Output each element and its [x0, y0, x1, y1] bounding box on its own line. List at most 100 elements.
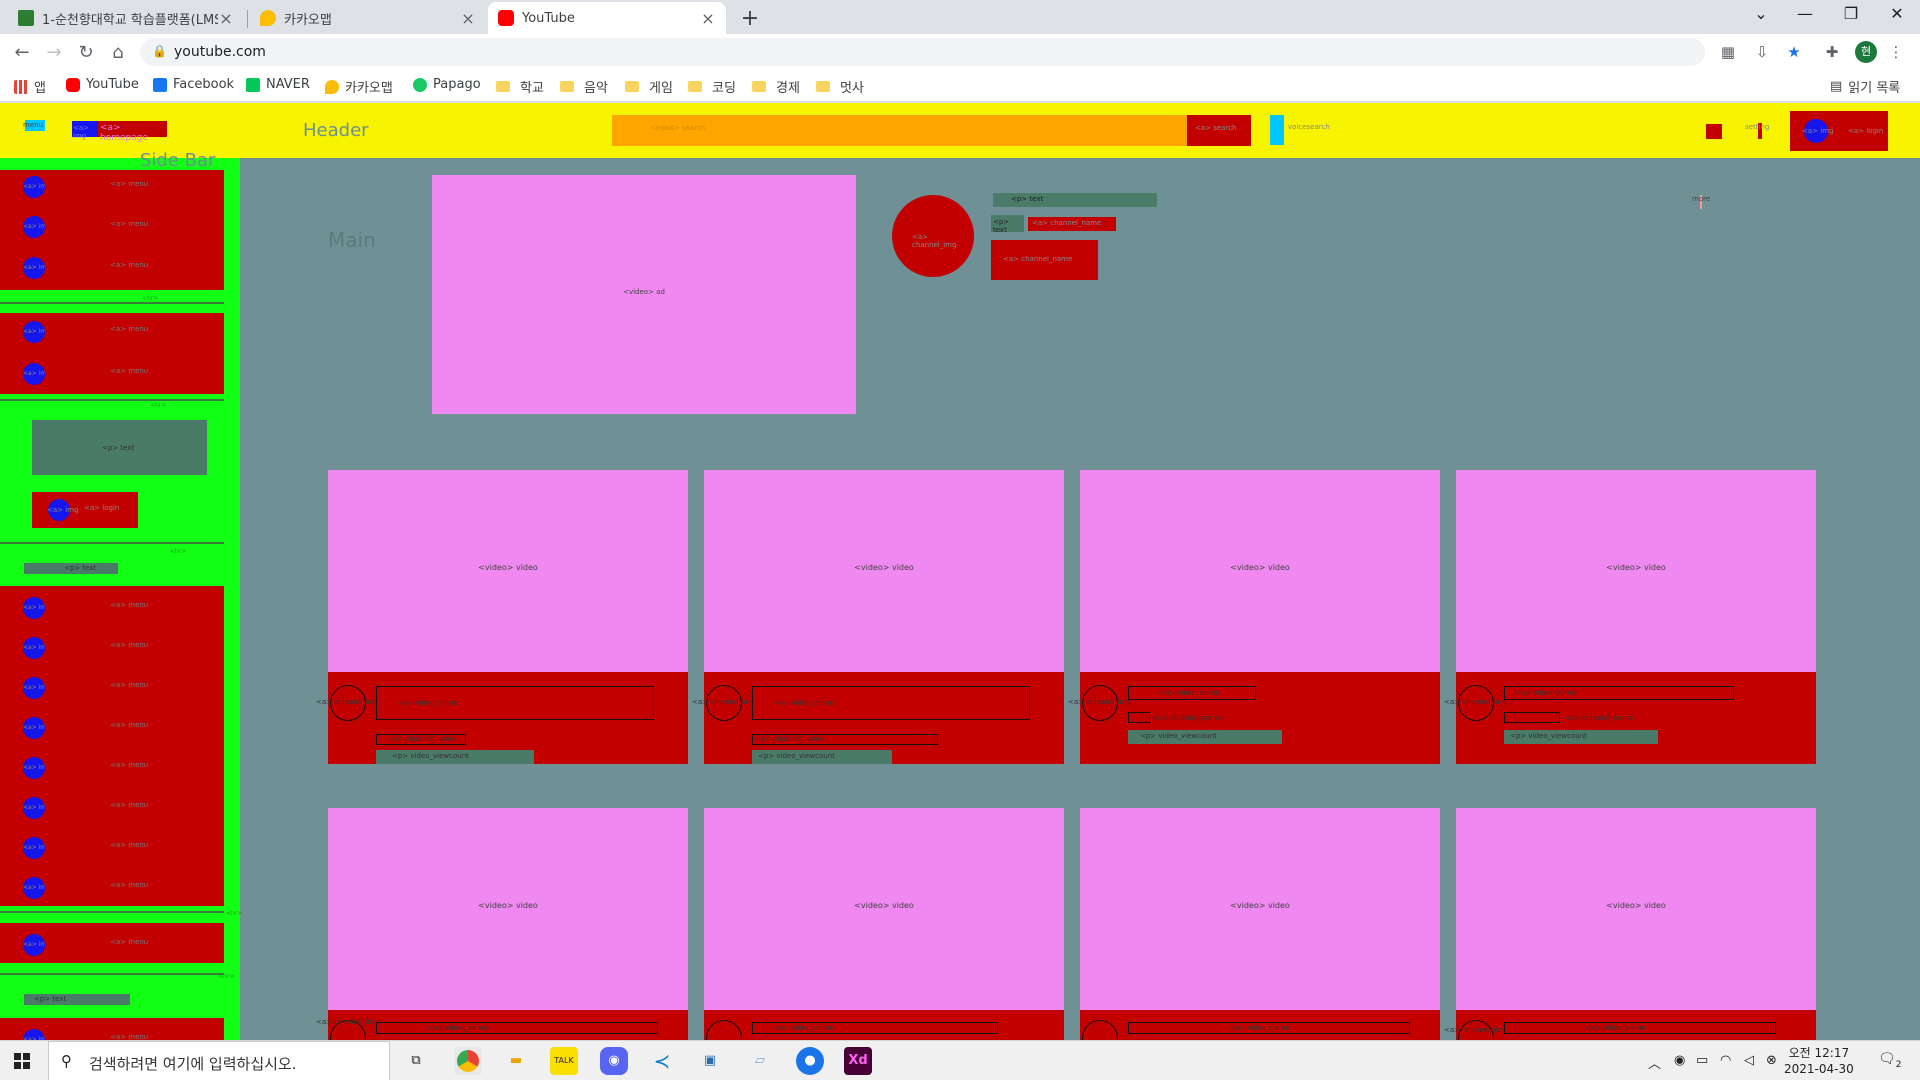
- bookmark-folder-economy[interactable]: 경제: [752, 77, 800, 96]
- record-icon[interactable]: ◉: [1674, 1053, 1685, 1068]
- video-name[interactable]: <a> video_name: [1128, 1022, 1410, 1034]
- tab-youtube[interactable]: YouTube ×: [488, 2, 726, 34]
- sidebar-item[interactable]: <a> img <a> menu: [0, 170, 224, 200]
- header-login-button[interactable]: <a> img <a> login: [1790, 111, 1888, 151]
- sidebar-item[interactable]: <a> img <a> menu: [0, 210, 224, 240]
- chrome-app-icon[interactable]: [454, 1047, 482, 1075]
- bookmark-papago[interactable]: Papago: [413, 77, 481, 92]
- search-input[interactable]: <input> search: [612, 115, 1187, 146]
- wifi-icon[interactable]: ◠: [1720, 1053, 1731, 1068]
- bookmark-folder-coding[interactable]: 코딩: [688, 77, 736, 96]
- adobe-xd-icon[interactable]: Xd: [844, 1047, 872, 1075]
- notes-app-icon[interactable]: ▱: [746, 1047, 774, 1075]
- close-tab-icon[interactable]: ×: [700, 9, 716, 28]
- close-tab-icon[interactable]: ×: [218, 9, 234, 28]
- video-thumbnail[interactable]: <video> video: [328, 470, 688, 672]
- video-card[interactable]: <video> video <a> channel_img <a> video_…: [316, 808, 688, 1040]
- channel-name[interactable]: <a> channel_name: [376, 734, 466, 745]
- channel-img[interactable]: [706, 1020, 742, 1040]
- file-explorer-icon[interactable]: ▬: [502, 1047, 530, 1075]
- video-thumbnail[interactable]: <video> video: [328, 808, 688, 1010]
- ad-channel-img[interactable]: <a> channel_img: [892, 195, 974, 277]
- bookmark-folder-school[interactable]: 학교: [496, 77, 544, 96]
- bookmark-kakaomap[interactable]: 카카오맵: [325, 77, 393, 96]
- tab-search-icon[interactable]: ⌄: [1746, 4, 1776, 23]
- vscode-icon[interactable]: ≺: [648, 1047, 676, 1075]
- extensions-icon[interactable]: ✚: [1822, 43, 1842, 61]
- video-name[interactable]: <a> video_name: [376, 686, 654, 720]
- video-card[interactable]: <video> video <a> channel_img <a> video_…: [1444, 470, 1816, 764]
- video-thumbnail[interactable]: <video> video: [1456, 470, 1816, 672]
- channel-name[interactable]: [1504, 712, 1560, 723]
- tab-lms[interactable]: 1-순천향대학교 학습플랫폼(LMS ×: [8, 2, 244, 34]
- more-menu-icon[interactable]: ⋮: [1886, 43, 1906, 61]
- homepage-link[interactable]: <a> img <a> homepage: [72, 121, 167, 143]
- video-thumbnail[interactable]: <video> video: [1080, 808, 1440, 1010]
- forward-icon[interactable]: →: [42, 42, 66, 63]
- sidebar-item[interactable]: <a> img<a> menu: [0, 711, 224, 741]
- video-thumbnail[interactable]: <video> video: [704, 470, 1064, 672]
- sidebar-item[interactable]: <a> img<a> menu: [0, 591, 224, 621]
- menu-button[interactable]: menu: [23, 120, 45, 131]
- video-name[interactable]: <a> video_name: [1128, 686, 1256, 700]
- address-bar[interactable]: 🔒 youtube.com: [140, 38, 1705, 66]
- sidebar-item[interactable]: <a> img<a> menu: [0, 751, 224, 781]
- maximize-button[interactable]: ❐: [1836, 4, 1866, 23]
- bookmark-star-icon[interactable]: ★: [1784, 43, 1804, 61]
- bookmark-folder-game[interactable]: 게임: [625, 77, 673, 96]
- video-card[interactable]: <video> video <a> channel_img <a> video_…: [1068, 470, 1440, 764]
- video-card[interactable]: <video> video <a> channel_img <a> video_…: [1444, 808, 1816, 1040]
- sidebar-item[interactable]: <a> img<a> menu: [0, 1023, 224, 1040]
- sidebar-login-button[interactable]: <a> img <a> login: [32, 492, 138, 528]
- close-window-button[interactable]: ✕: [1882, 4, 1912, 23]
- bookmark-apps[interactable]: 앱: [14, 77, 46, 96]
- video-thumbnail[interactable]: <video> video: [704, 808, 1064, 1010]
- back-icon[interactable]: ←: [10, 42, 34, 63]
- notification-center-icon[interactable]: 🗨2: [1878, 1051, 1902, 1070]
- voicesearch-button[interactable]: [1270, 115, 1284, 145]
- bookmark-folder-likelion[interactable]: 멋사: [816, 77, 864, 96]
- apps-button[interactable]: [1706, 124, 1722, 139]
- home-icon[interactable]: ⌂: [106, 42, 130, 63]
- maps-app-icon[interactable]: ●: [796, 1047, 824, 1075]
- bookmark-folder-music[interactable]: 음악: [560, 77, 608, 96]
- video-card[interactable]: <video> video <a> channel_img <a> video_…: [316, 470, 688, 764]
- video-card[interactable]: <video> video <a> channel_img <a> video_…: [692, 470, 1064, 764]
- channel-name[interactable]: [1128, 712, 1150, 723]
- reading-list-button[interactable]: ▤ 읽기 목록: [1830, 77, 1900, 96]
- sidebar-item[interactable]: <a> img<a> menu: [0, 671, 224, 701]
- bookmark-facebook[interactable]: Facebook: [153, 77, 234, 92]
- battery-icon[interactable]: ▭: [1696, 1053, 1708, 1068]
- search-button[interactable]: <a> search: [1187, 115, 1251, 146]
- sidebar-item[interactable]: <a> img<a> menu: [0, 928, 224, 958]
- channel-name[interactable]: <a> channel_name: [752, 734, 938, 745]
- taskbar-search-box[interactable]: ⚲ 검색하려면 여기에 입력하십시오.: [48, 1041, 390, 1080]
- system-clock[interactable]: 오전 12:17 2021-04-30: [1784, 1045, 1854, 1077]
- bookmark-youtube[interactable]: YouTube: [66, 77, 139, 92]
- video-name[interactable]: <a> video_name: [1504, 1022, 1776, 1034]
- new-tab-button[interactable]: +: [738, 6, 762, 31]
- sidebar-item[interactable]: <a> img<a> menu: [0, 831, 224, 861]
- sidebar-item[interactable]: <a> img<a> menu: [0, 871, 224, 901]
- video-card[interactable]: <video> video <a> video_name: [704, 808, 1064, 1040]
- video-thumbnail[interactable]: <video> video: [1080, 470, 1440, 672]
- video-name[interactable]: <a> video_name: [752, 1022, 998, 1034]
- install-app-icon[interactable]: ⇩: [1752, 43, 1772, 61]
- windows-start-icon[interactable]: [14, 1053, 30, 1069]
- ad-video[interactable]: <video> ad: [432, 175, 856, 414]
- ad-channel-name[interactable]: <a> channel_name: [1028, 217, 1116, 231]
- profile-avatar[interactable]: 현: [1855, 41, 1877, 63]
- minimize-button[interactable]: —: [1790, 4, 1820, 23]
- chevron-up-icon[interactable]: ︿: [1648, 1053, 1661, 1072]
- video-name[interactable]: <a> video_name: [1504, 686, 1734, 700]
- sidebar-item[interactable]: <a> img <a> menu: [0, 357, 224, 387]
- kakaotalk-icon[interactable]: TALK: [550, 1047, 578, 1075]
- network-app-icon[interactable]: ▣: [696, 1047, 724, 1075]
- tab-kakaomap[interactable]: 카카오맵 ×: [250, 2, 486, 34]
- ime-icon[interactable]: ⊗: [1766, 1053, 1777, 1068]
- sidebar-item[interactable]: <a> img<a> menu: [0, 631, 224, 661]
- channel-img[interactable]: [1082, 1020, 1118, 1040]
- close-tab-icon[interactable]: ×: [460, 9, 476, 28]
- reload-icon[interactable]: ↻: [74, 42, 98, 63]
- video-thumbnail[interactable]: <video> video: [1456, 808, 1816, 1010]
